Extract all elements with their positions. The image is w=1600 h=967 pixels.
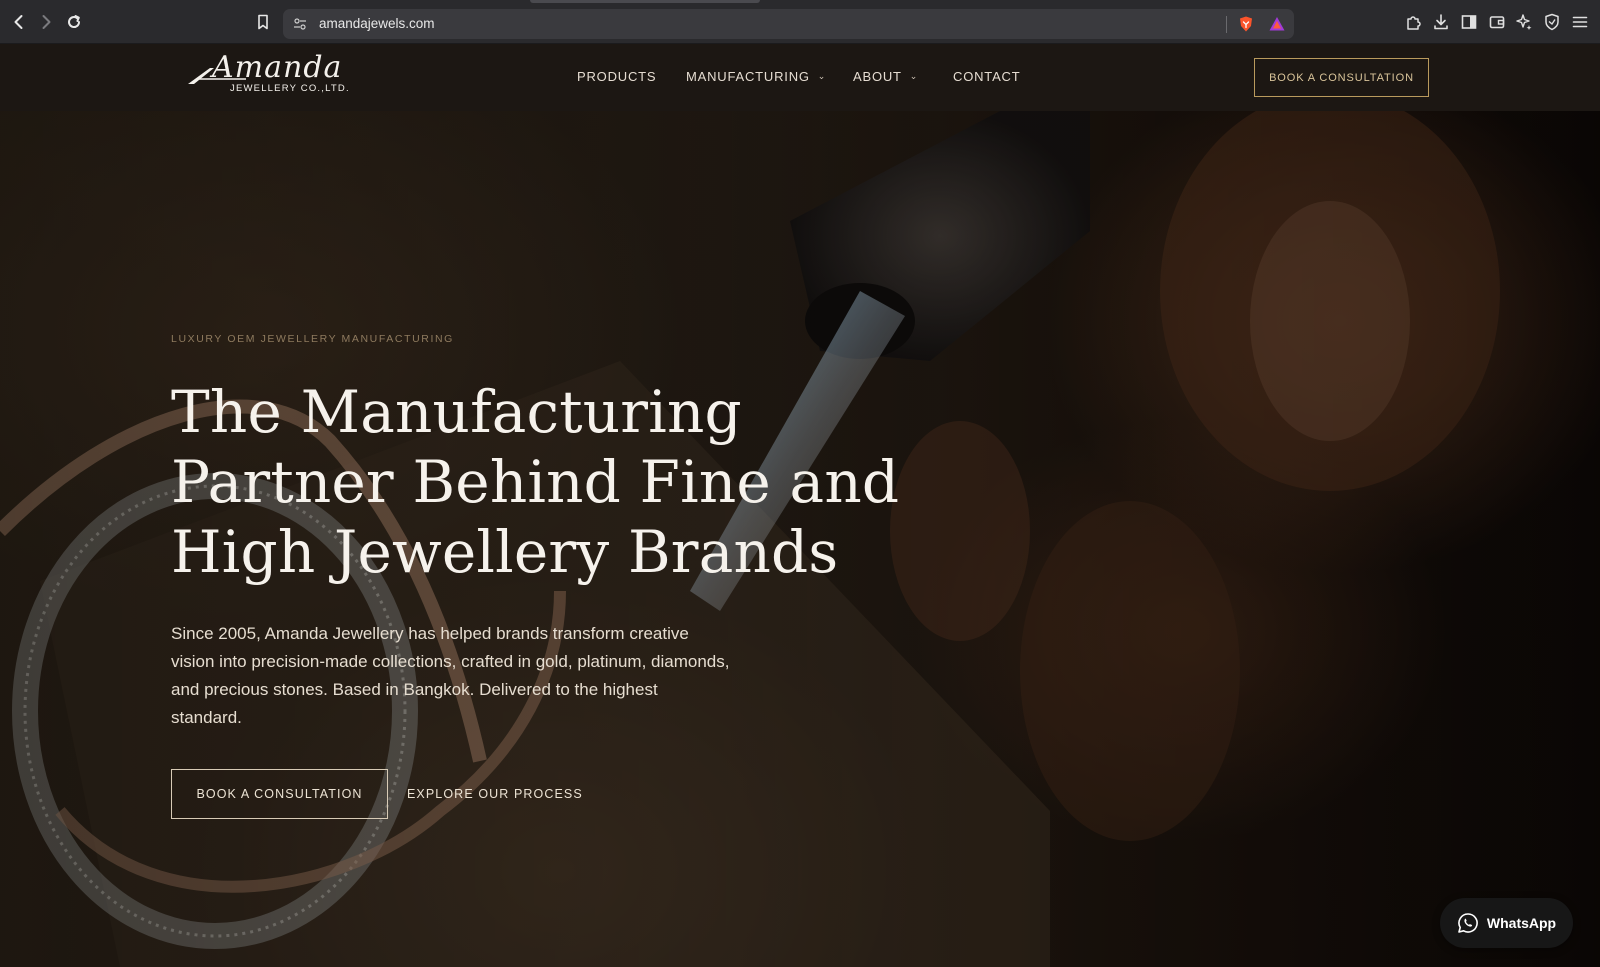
site-settings-icon[interactable]: [293, 17, 307, 31]
company-logo[interactable]: Amanda JEWELLERY CO.,LTD.: [188, 53, 353, 99]
hero-book-consultation-button[interactable]: BOOK A CONSULTATION: [171, 769, 388, 819]
vpn-icon[interactable]: [1543, 13, 1563, 33]
reload-icon[interactable]: [63, 11, 85, 33]
explore-process-link[interactable]: EXPLORE OUR PROCESS: [407, 787, 583, 801]
chevron-down-icon: ⌄: [817, 71, 827, 81]
whatsapp-icon: [1458, 913, 1478, 933]
active-tab-indicator: [530, 0, 760, 3]
nav-contact[interactable]: CONTACT: [953, 69, 1020, 84]
sidebar-icon[interactable]: [1460, 13, 1480, 33]
bookmark-icon[interactable]: [252, 11, 274, 33]
header-book-consultation-button[interactable]: BOOK A CONSULTATION: [1254, 58, 1429, 97]
hero-eyebrow: LUXURY OEM JEWELLERY MANUFACTURING: [171, 333, 454, 345]
nav-about-label: ABOUT: [853, 69, 902, 84]
site-header: Amanda JEWELLERY CO.,LTD. PRODUCTS MANUF…: [0, 44, 1600, 111]
browser-toolbar: amandajewels.com: [0, 0, 1600, 44]
nav-manufacturing-label: MANUFACTURING: [686, 69, 810, 84]
address-bar[interactable]: amandajewels.com: [283, 9, 1294, 39]
hero-intro-text: Since 2005, Amanda Jewellery has helped …: [171, 624, 730, 727]
nav-about[interactable]: ABOUT ⌄: [853, 69, 918, 84]
downloads-icon[interactable]: [1432, 13, 1452, 33]
url-text[interactable]: amandajewels.com: [319, 16, 435, 31]
extensions-icon[interactable]: [1405, 13, 1425, 33]
menu-icon[interactable]: [1571, 13, 1591, 33]
logo-subtitle: JEWELLERY CO.,LTD.: [230, 83, 350, 94]
hero-section: LUXURY OEM JEWELLERY MANUFACTURING The M…: [0, 111, 1600, 967]
nav-products-label: PRODUCTS: [577, 69, 657, 84]
logo-wordmark: Amanda: [212, 50, 343, 85]
whatsapp-button[interactable]: WhatsApp: [1440, 898, 1573, 948]
brave-shields-icon[interactable]: [1237, 15, 1255, 33]
back-icon[interactable]: [8, 11, 30, 33]
wallet-icon[interactable]: [1488, 13, 1508, 33]
nav-products[interactable]: PRODUCTS: [577, 69, 656, 84]
nav-contact-label: CONTACT: [953, 69, 1021, 84]
address-bar-divider: [1226, 16, 1227, 33]
leo-ai-icon[interactable]: [1515, 13, 1535, 33]
hero-headline: The Manufacturing Partner Behind Fine an…: [171, 378, 900, 586]
nav-manufacturing[interactable]: MANUFACTURING ⌄: [686, 69, 826, 84]
brave-rewards-icon[interactable]: [1268, 15, 1286, 33]
chevron-down-icon: ⌄: [909, 71, 919, 81]
forward-icon[interactable]: [35, 11, 57, 33]
whatsapp-label: WhatsApp: [1486, 915, 1557, 931]
